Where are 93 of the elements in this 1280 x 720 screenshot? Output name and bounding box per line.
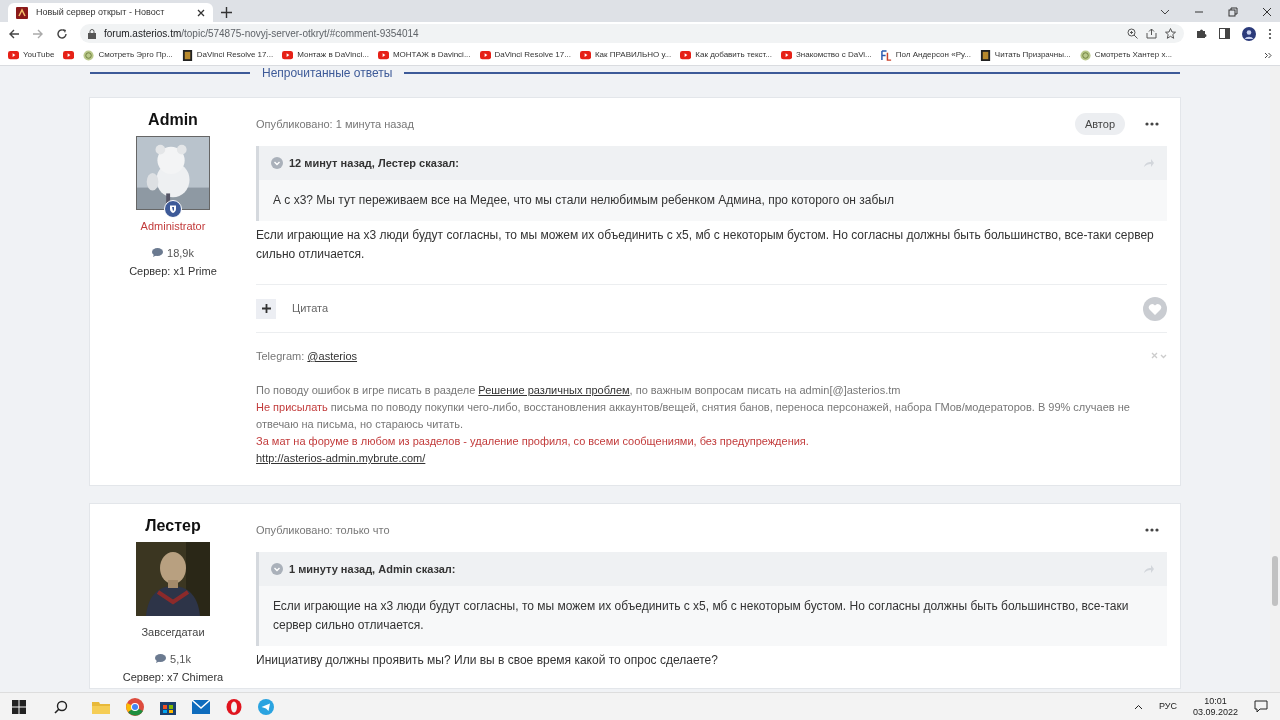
shield-badge-icon (164, 200, 182, 218)
video-icon (680, 49, 692, 61)
more-icon[interactable] (1145, 122, 1159, 126)
back-icon[interactable] (8, 27, 20, 40)
bookmark[interactable]: YouTube (8, 49, 55, 61)
post-text: Инициативу должны проявить мы? Или вы в свое время какой то опрос сделаете? (256, 652, 719, 669)
monogram-icon (880, 49, 892, 61)
bookmark[interactable]: Как добавить текст... (680, 49, 772, 61)
post-date: Опубликовано: только что (256, 522, 390, 538)
emblem-icon (1079, 49, 1091, 61)
signature-text: По поводу ошибок в игре писать в разделе Решение различных проблем, по важным вопросам писать на admin[@]asterios.tm (256, 383, 902, 398)
signature-text: За мат на форуме в любом из разделов - удаление профиля, со всеми сообщениями, без предупреждения. (256, 434, 810, 449)
link[interactable]: @asterios (307, 350, 358, 362)
share-icon[interactable] (1146, 28, 1157, 39)
quote-header: 1 минуту назад, Admin сказал: (289, 561, 456, 577)
signature-text: Не присылать письма по поводу покупки чего-либо, восстановления аккаунтов/вещей, снятия банов, переноса персонажей, набора ГМов/модераторов. В 99% случаев не отвечаю на письма, но стараюсь читать. (256, 400, 1131, 432)
author-name[interactable]: Admin (148, 110, 198, 130)
video-icon (377, 49, 389, 61)
bookmark[interactable]: DaVinci Resolve 17... (479, 49, 571, 61)
opera-icon[interactable] (226, 698, 242, 715)
heart-icon (1148, 302, 1162, 315)
bookmark[interactable] (63, 49, 75, 61)
chevron-down-icon[interactable] (1160, 7, 1170, 17)
emblem-icon (83, 49, 95, 61)
author-badge: Автор (1074, 112, 1125, 136)
video-icon (8, 49, 19, 61)
plus-icon[interactable] (221, 7, 232, 18)
clock-date[interactable]: 03.09.2022 (1192, 706, 1238, 718)
video-icon (579, 49, 591, 61)
tile-icon (181, 49, 193, 61)
language-indicator[interactable]: РУС (1158, 699, 1177, 714)
post-count: 18,9k (167, 245, 194, 261)
bookmark[interactable]: Смотреть Хантер х... (1079, 49, 1173, 61)
speech-bubble-icon (152, 248, 164, 258)
puzzle-icon[interactable] (1196, 28, 1207, 39)
video-icon (63, 49, 75, 61)
browser-tab[interactable]: Новый сервер открыт - Новост (8, 3, 213, 22)
notification-icon[interactable] (1254, 700, 1268, 713)
paper-plane-icon[interactable] (258, 698, 274, 715)
mail-icon[interactable] (192, 699, 210, 714)
scrollbar-thumb[interactable] (1272, 556, 1278, 606)
bookmark[interactable]: Пол Андерсон «Ру... (880, 49, 971, 61)
bookmark[interactable]: МОНТАЖ в Davinci... (377, 49, 471, 61)
video-icon (780, 49, 792, 61)
avatar-icon[interactable] (1242, 26, 1256, 41)
video-icon (282, 49, 294, 61)
section-heading[interactable]: Непрочитанные ответы (262, 66, 393, 82)
bookmark[interactable]: Читать Призрачны... (979, 49, 1071, 61)
quote-link[interactable]: Цитата (292, 300, 329, 317)
more-icon[interactable] (1145, 528, 1159, 532)
address-field[interactable]: forum.asterios.tm/topic/574875-novyj-server-otkryt/#comment-9354014 (80, 24, 1184, 43)
close-icon[interactable] (1262, 7, 1272, 17)
zoom-icon[interactable] (1127, 28, 1138, 39)
quote-text: Если играющие на х3 люди будут согласны, то мы можем их объединить с х5, мб с некоторым бустом. Но согласны должны быть большинство, все-таки сервер сильно отличается. (272, 598, 1130, 634)
signature-text: Telegram: @asterios (256, 349, 359, 364)
chevron-circle-icon (271, 157, 283, 169)
speech-bubble-icon (155, 654, 167, 664)
plus-icon (261, 304, 271, 313)
double-chevron-icon[interactable] (1264, 51, 1272, 59)
search-icon[interactable] (54, 699, 68, 714)
site-icon (16, 6, 28, 19)
restore-icon[interactable] (1228, 7, 1238, 17)
tile-icon (979, 49, 991, 61)
multi-quote-button[interactable] (256, 298, 276, 319)
chevron-up-icon[interactable] (1133, 703, 1143, 710)
quote-text: А с х3? Мы тут переживаем все на Медее, что мы стали нелюбимым ребенком Админа, про которого он забыл (272, 192, 895, 209)
post-date: Опубликовано: 1 минута назад (256, 116, 414, 132)
chevron-circle-icon (271, 563, 283, 575)
link[interactable]: http://asterios-admin.mybrute.com/ (256, 452, 426, 464)
close-icon[interactable] (197, 8, 205, 17)
video-icon (479, 49, 491, 61)
star-icon[interactable] (1165, 28, 1176, 39)
bookmark[interactable]: Знакомство с DaVi... (780, 49, 872, 61)
author-name[interactable]: Лестер (145, 516, 201, 536)
reload-icon[interactable] (56, 27, 68, 40)
bookmark[interactable]: DaVinci Resolve 17... (181, 49, 274, 61)
windows-start-icon[interactable] (12, 699, 26, 714)
lock-icon (88, 28, 96, 39)
browser-icon[interactable] (126, 697, 144, 716)
post-count: 5,1k (170, 651, 191, 667)
bookmark[interactable]: Монтаж в DaVinci... (282, 49, 369, 61)
user-role: Administrator (140, 219, 206, 234)
server-label: Сервер: x7 Chimera (122, 670, 224, 685)
user-role: Завсегдатаи (141, 625, 205, 640)
post-text: Если играющие на х3 люди будут согласны, то мы можем их объединить с х5, мб с некоторым бустом. Но согласны должны быть большинство, все-таки сервер сильно отличается. (256, 227, 1155, 263)
clock-time[interactable]: 10:01 (1204, 695, 1227, 707)
bookmark[interactable]: Смотреть Эрго Пр... (83, 49, 173, 61)
server-label: Сервер: x1 Prime (129, 264, 217, 279)
side-panel-icon[interactable] (1219, 28, 1230, 39)
more-icon[interactable] (1268, 27, 1272, 40)
quote-header: 12 минут назад, Лестер сказал: (289, 155, 460, 171)
bookmark[interactable]: Как ПРАВИЛЬНО у... (579, 49, 672, 61)
link[interactable]: Решение различных проблем (478, 384, 630, 396)
